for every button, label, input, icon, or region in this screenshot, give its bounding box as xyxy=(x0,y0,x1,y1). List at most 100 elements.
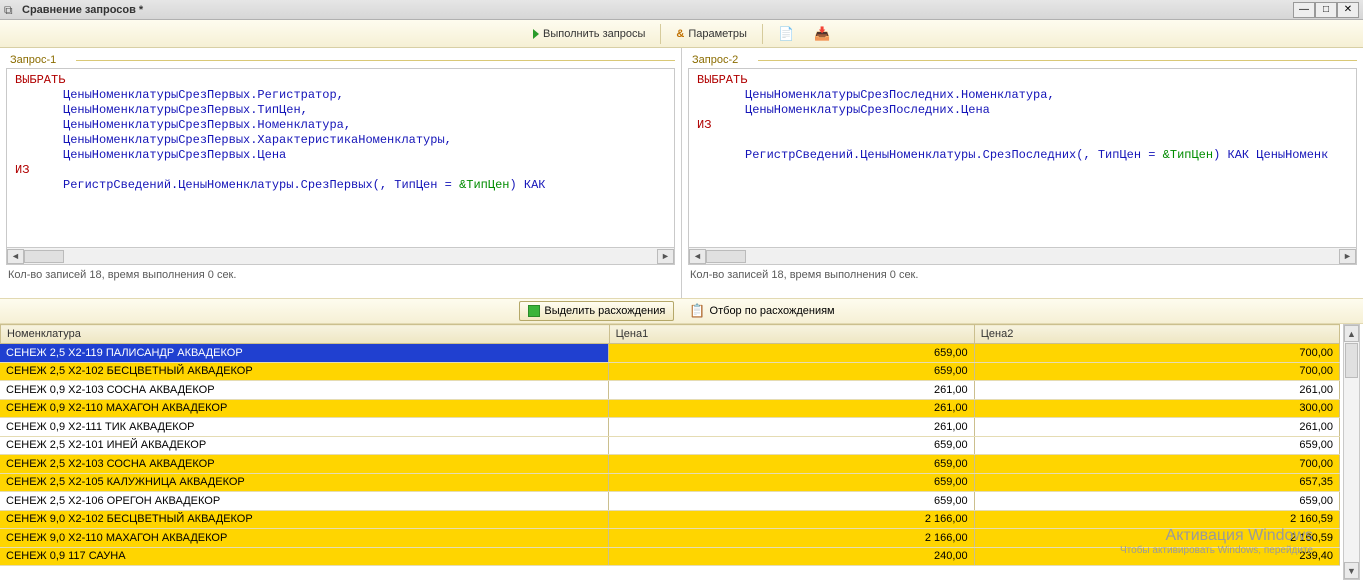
query1-editor[interactable]: ВЫБРАТЬ ЦеныНоменклатурыСрезПервых.Регис… xyxy=(6,68,675,248)
result-grid-wrap: Номенклатура Цена1 Цена2 СЕНЕЖ 2,5 Х2-11… xyxy=(0,324,1363,580)
query2-pane: Запрос-2 ВЫБРАТЬ ЦеныНоменклатурыСрезПос… xyxy=(681,48,1363,298)
table-row[interactable]: СЕНЕЖ 2,5 Х2-102 БЕСЦВЕТНЫЙ АКВАДЕКОР659… xyxy=(0,363,1340,382)
cell-price2: 657,35 xyxy=(974,474,1339,492)
separator xyxy=(660,24,661,44)
cell-nomenclature: СЕНЕЖ 2,5 Х2-101 ИНЕЙ АКВАДЕКОР xyxy=(0,437,609,455)
code-line: РегистрСведений.ЦеныНоменклатуры.СрезПос… xyxy=(745,148,1163,162)
table-row[interactable]: СЕНЕЖ 0,9 117 САУНА240,00239,40 xyxy=(0,548,1340,567)
code-param: &ТипЦен xyxy=(1163,148,1213,162)
cell-price1: 240,00 xyxy=(609,548,974,566)
table-row[interactable]: СЕНЕЖ 0,9 Х2-103 СОСНА АКВАДЕКОР261,0026… xyxy=(0,381,1340,400)
params-label: Параметры xyxy=(688,28,747,40)
tool-icon-1[interactable]: 📄 xyxy=(769,23,803,45)
scroll-track[interactable] xyxy=(1344,343,1359,561)
cell-nomenclature: СЕНЕЖ 2,5 Х2-103 СОСНА АКВАДЕКОР xyxy=(0,455,609,473)
query1-legend: Запрос-1 xyxy=(6,54,675,66)
cell-price1: 659,00 xyxy=(609,474,974,492)
highlight-icon xyxy=(528,305,540,317)
filter-diff-button[interactable]: 📋 Отбор по расхождениям xyxy=(680,301,843,321)
table-row[interactable]: СЕНЕЖ 0,9 Х2-111 ТИК АКВАДЕКОР261,00261,… xyxy=(0,418,1340,437)
table-row[interactable]: СЕНЕЖ 2,5 Х2-103 СОСНА АКВАДЕКОР659,0070… xyxy=(0,455,1340,474)
cell-price2: 300,00 xyxy=(974,400,1339,418)
ampersand-icon: & xyxy=(676,28,684,40)
cell-price2: 261,00 xyxy=(974,381,1339,399)
filter-icon: 📋 xyxy=(689,303,705,319)
cell-price1: 261,00 xyxy=(609,418,974,436)
minimize-button[interactable]: — xyxy=(1293,2,1315,18)
close-button[interactable]: ✕ xyxy=(1337,2,1359,18)
cell-price2: 261,00 xyxy=(974,418,1339,436)
code-line: ЦеныНоменклатурыСрезПервых.ТипЦен, xyxy=(63,103,308,117)
table-row[interactable]: СЕНЕЖ 9,0 Х2-110 МАХАГОН АКВАДЕКОР2 166,… xyxy=(0,529,1340,548)
cell-price1: 659,00 xyxy=(609,363,974,381)
main-toolbar: Выполнить запросы & Параметры 📄 📥 xyxy=(0,20,1363,48)
cell-nomenclature: СЕНЕЖ 2,5 Х2-102 БЕСЦВЕТНЫЙ АКВАДЕКОР xyxy=(0,363,609,381)
code-line: ЦеныНоменклатурыСрезПервых.Номенклатура, xyxy=(63,118,351,132)
scroll-right-icon[interactable]: ► xyxy=(657,249,674,264)
cell-nomenclature: СЕНЕЖ 2,5 Х2-105 КАЛУЖНИЦА АКВАДЕКОР xyxy=(0,474,609,492)
query2-status: Кол-во записей 18, время выполнения 0 се… xyxy=(688,265,1357,283)
scroll-thumb[interactable] xyxy=(1345,343,1358,378)
table-row[interactable]: СЕНЕЖ 0,9 Х2-110 МАХАГОН АКВАДЕКОР261,00… xyxy=(0,400,1340,419)
table-row[interactable]: СЕНЕЖ 2,5 Х2-105 КАЛУЖНИЦА АКВАДЕКОР659,… xyxy=(0,474,1340,493)
maximize-button[interactable]: □ xyxy=(1315,2,1337,18)
run-label: Выполнить запросы xyxy=(543,28,645,40)
cell-nomenclature: СЕНЕЖ 0,9 Х2-103 СОСНА АКВАДЕКОР xyxy=(0,381,609,399)
kw-select: ВЫБРАТЬ xyxy=(697,73,747,87)
cell-nomenclature: СЕНЕЖ 0,9 Х2-110 МАХАГОН АКВАДЕКОР xyxy=(0,400,609,418)
table-row[interactable]: СЕНЕЖ 2,5 Х2-119 ПАЛИСАНДР АКВАДЕКОР659,… xyxy=(0,344,1340,363)
code-line: ЦеныНоменклатурыСрезПервых.Характеристик… xyxy=(63,133,452,147)
cell-price2: 659,00 xyxy=(974,492,1339,510)
app-icon: ⧉ xyxy=(4,3,18,17)
scroll-thumb[interactable] xyxy=(706,250,746,263)
scroll-track[interactable] xyxy=(24,249,657,264)
query2-legend: Запрос-2 xyxy=(688,54,1357,66)
code-line: ЦеныНоменклатурыСрезПервых.Регистратор, xyxy=(63,88,344,102)
col-nomenclature[interactable]: Номенклатура xyxy=(1,325,610,344)
query2-hscroll[interactable]: ◄ ► xyxy=(688,248,1357,265)
title-bar: ⧉ Сравнение запросов * — □ ✕ xyxy=(0,0,1363,20)
table-row[interactable]: СЕНЕЖ 2,5 Х2-101 ИНЕЙ АКВАДЕКОР659,00659… xyxy=(0,437,1340,456)
table-row[interactable]: СЕНЕЖ 9,0 Х2-102 БЕСЦВЕТНЫЙ АКВАДЕКОР2 1… xyxy=(0,511,1340,530)
cell-price2: 659,00 xyxy=(974,437,1339,455)
cell-price2: 700,00 xyxy=(974,344,1339,362)
scroll-track[interactable] xyxy=(706,249,1339,264)
code-line: ) КАК xyxy=(510,178,546,192)
kw-from: ИЗ xyxy=(697,118,711,132)
cell-price2: 2 160,59 xyxy=(974,529,1339,547)
code-line: ЦеныНоменклатурыСрезПоследних.Цена xyxy=(745,103,990,117)
cell-price1: 659,00 xyxy=(609,344,974,362)
code-param: &ТипЦен xyxy=(459,178,509,192)
scroll-up-icon[interactable]: ▲ xyxy=(1344,325,1359,342)
separator xyxy=(762,24,763,44)
query1-pane: Запрос-1 ВЫБРАТЬ ЦеныНоменклатурыСрезПер… xyxy=(0,48,681,298)
cell-price1: 261,00 xyxy=(609,400,974,418)
cell-price1: 659,00 xyxy=(609,492,974,510)
run-queries-button[interactable]: Выполнить запросы xyxy=(524,23,654,45)
cell-nomenclature: СЕНЕЖ 0,9 Х2-111 ТИК АКВАДЕКОР xyxy=(0,418,609,436)
play-icon xyxy=(533,29,539,39)
tool-icon-2[interactable]: 📥 xyxy=(805,23,839,45)
cell-price1: 659,00 xyxy=(609,455,974,473)
grid-vscroll[interactable]: ▲ ▼ xyxy=(1343,324,1360,580)
col-price2[interactable]: Цена2 xyxy=(974,325,1339,344)
col-price1[interactable]: Цена1 xyxy=(609,325,974,344)
scroll-left-icon[interactable]: ◄ xyxy=(7,249,24,264)
scroll-down-icon[interactable]: ▼ xyxy=(1344,562,1359,579)
table-row[interactable]: СЕНЕЖ 2,5 Х2-106 ОРЕГОН АКВАДЕКОР659,006… xyxy=(0,492,1340,511)
query1-hscroll[interactable]: ◄ ► xyxy=(6,248,675,265)
window-title: Сравнение запросов * xyxy=(22,4,143,16)
code-line: РегистрСведений.ЦеныНоменклатуры.СрезПер… xyxy=(63,178,459,192)
query2-editor[interactable]: ВЫБРАТЬ ЦеныНоменклатурыСрезПоследних.Но… xyxy=(688,68,1357,248)
scroll-thumb[interactable] xyxy=(24,250,64,263)
result-grid[interactable]: Номенклатура Цена1 Цена2 СЕНЕЖ 2,5 Х2-11… xyxy=(0,324,1363,566)
highlight-diff-button[interactable]: Выделить расхождения xyxy=(519,301,674,321)
highlight-label: Выделить расхождения xyxy=(544,305,665,317)
scroll-left-icon[interactable]: ◄ xyxy=(689,249,706,264)
code-line: ЦеныНоменклатурыСрезПервых.Цена xyxy=(63,148,286,162)
cell-price1: 2 166,00 xyxy=(609,511,974,529)
params-button[interactable]: & Параметры xyxy=(667,23,756,45)
compare-toolbar: Выделить расхождения 📋 Отбор по расхожде… xyxy=(0,298,1363,324)
scroll-right-icon[interactable]: ► xyxy=(1339,249,1356,264)
filter-label: Отбор по расхождениям xyxy=(710,305,835,317)
